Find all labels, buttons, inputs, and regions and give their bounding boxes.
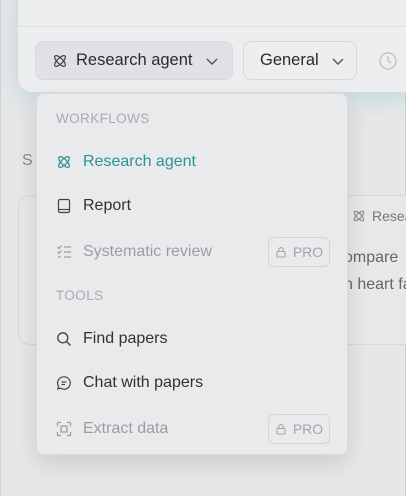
menu-item-extract-data[interactable]: Extract data PRO: [37, 409, 349, 449]
chevron-down-icon: [332, 58, 344, 65]
agent-selector-button[interactable]: Research agent: [35, 41, 233, 80]
menu-item-label: Systematic review: [83, 243, 212, 260]
menu-item-label: Extract data: [83, 420, 169, 437]
checklist-icon: [57, 245, 71, 258]
agent-selector-label: Research agent: [76, 51, 193, 69]
pro-badge: PRO: [268, 414, 330, 444]
atom-icon: [58, 156, 70, 168]
menu-item-find-papers[interactable]: Find papers: [37, 319, 349, 359]
menu-item-label: Find papers: [83, 330, 168, 347]
atom-icon: [54, 54, 66, 67]
pro-badge-label: PRO: [292, 244, 324, 260]
menu-item-label: Chat with papers: [83, 374, 204, 391]
atom-icon: [353, 210, 365, 222]
chat-icon: [56, 376, 71, 391]
result-card-tag: Resea: [352, 208, 406, 224]
menu-section-title: TOOLS: [56, 288, 104, 303]
extract-icon: [56, 421, 72, 437]
pro-badge-label: PRO: [292, 421, 324, 437]
result-card-tag-label: Resea: [372, 208, 406, 224]
chevron-down-icon: [206, 58, 217, 65]
pro-badge: PRO: [268, 237, 330, 267]
clock-icon[interactable]: [378, 51, 398, 71]
result-card-text: ompare: [344, 249, 399, 266]
mode-selector-button[interactable]: General: [243, 41, 357, 80]
menu-item-label: Report: [83, 197, 132, 214]
menu-item-report[interactable]: Report: [37, 186, 349, 226]
agent-dropdown-menu: WORKFLOWS Research agent Report Systemat…: [36, 93, 348, 455]
menu-item-systematic-review[interactable]: Systematic review PRO: [37, 232, 349, 272]
lock-icon: [276, 247, 286, 258]
document-icon: [57, 198, 71, 214]
lock-icon: [276, 424, 286, 435]
section-heading-partial: S: [22, 152, 33, 169]
mode-selector-label: General: [260, 51, 319, 69]
menu-item-chat-with-papers[interactable]: Chat with papers: [37, 363, 349, 403]
result-card-text: n heart fa: [344, 276, 406, 293]
search-icon: [57, 332, 71, 346]
divider: [18, 26, 406, 27]
menu-item-label: Research agent: [83, 153, 196, 170]
menu-section-title: WORKFLOWS: [56, 111, 150, 126]
menu-item-research-agent[interactable]: Research agent: [37, 142, 349, 182]
